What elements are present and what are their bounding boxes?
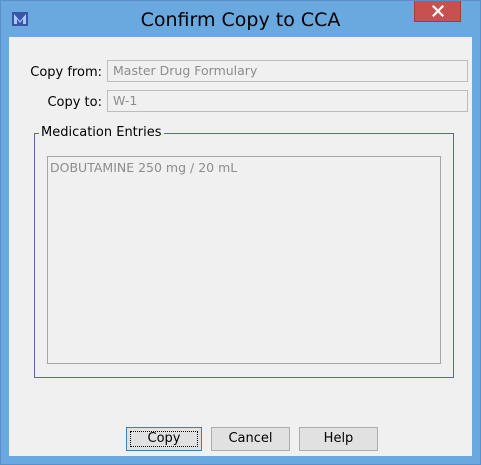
list-item[interactable]: DOBUTAMINE 250 mg / 20 mL	[50, 160, 237, 175]
title-bar[interactable]: Confirm Copy to CCA	[1, 1, 480, 37]
cancel-button[interactable]: Cancel	[211, 427, 290, 451]
copy-from-field[interactable]: Master Drug Formulary	[107, 60, 468, 82]
copy-button[interactable]: Copy	[126, 427, 202, 451]
window-title: Confirm Copy to CCA	[140, 9, 341, 31]
dialog-window: Confirm Copy to CCA Copy from: Master Dr…	[0, 0, 481, 465]
close-button[interactable]	[414, 1, 461, 22]
copy-button-label: Copy	[147, 431, 181, 446]
dialog-body: Copy from: Master Drug Formulary Copy to…	[9, 37, 472, 456]
medication-entries-group: Medication Entries DOBUTAMINE 250 mg / 2…	[34, 125, 454, 378]
copy-to-field[interactable]: W-1	[107, 90, 468, 112]
cancel-button-label: Cancel	[228, 431, 273, 446]
close-icon	[432, 5, 444, 17]
copy-to-label: Copy to:	[47, 95, 102, 110]
help-button[interactable]: Help	[299, 427, 378, 451]
help-button-label: Help	[323, 431, 354, 446]
copy-from-label: Copy from:	[30, 65, 102, 80]
medication-entries-list[interactable]: DOBUTAMINE 250 mg / 20 mL	[47, 156, 441, 364]
medication-entries-title: Medication Entries	[39, 125, 164, 140]
